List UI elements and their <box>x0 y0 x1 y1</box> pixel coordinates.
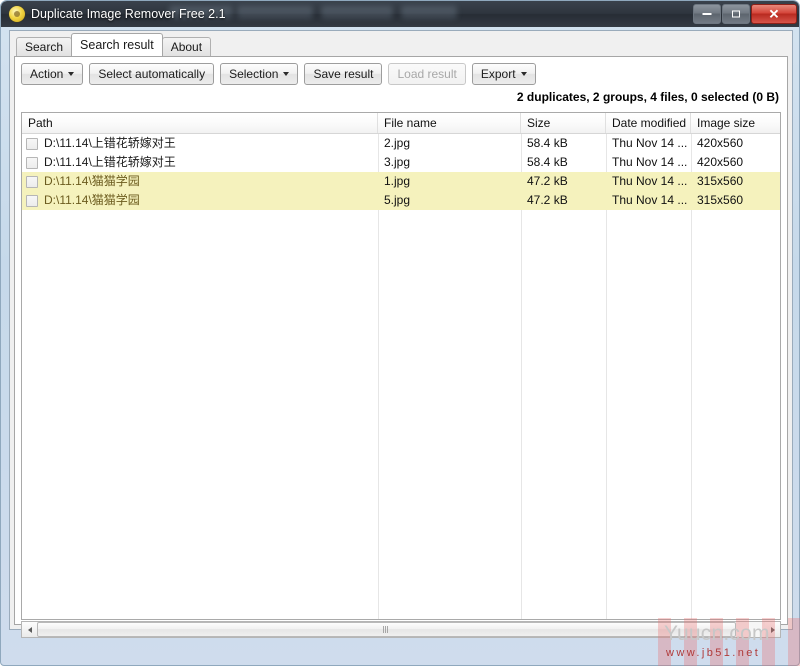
table-header-row: Path File name Size Date modified Image … <box>22 113 780 134</box>
client-area: Search Search result About Action Select… <box>9 30 793 638</box>
grip-icon <box>383 626 390 633</box>
column-header-date-modified[interactable]: Date modified <box>606 113 691 133</box>
column-header-size[interactable]: Size <box>521 113 606 133</box>
cell-date-modified: Thu Nov 14 ... <box>612 155 688 169</box>
cell-path: D:\11.14\上错花轿嫁对王 <box>22 153 378 172</box>
table-row[interactable]: D:\11.14\上错花轿嫁对王 2.jpg 58.4 kB Thu Nov 1… <box>22 134 780 153</box>
row-checkbox[interactable] <box>26 194 38 207</box>
cell-date-modified: Thu Nov 14 ... <box>612 193 688 207</box>
toolbar: Action Select automatically Selection Sa… <box>21 63 536 85</box>
cell-image-size: 420x560 <box>697 136 744 150</box>
scrollbar-thumb[interactable] <box>37 622 736 637</box>
path-text: D:\11.14\猫猫学园 <box>44 193 140 207</box>
path-text: D:\11.14\上错花轿嫁对王 <box>44 155 176 169</box>
maximize-icon <box>732 10 740 18</box>
chevron-down-icon <box>68 72 75 76</box>
action-button-label: Action <box>30 67 64 81</box>
cell-date-modified: Thu Nov 14 ... <box>612 174 688 188</box>
chevron-down-icon <box>283 72 290 76</box>
cell-image-size: 420x560 <box>697 155 744 169</box>
column-header-file-name[interactable]: File name <box>378 113 521 133</box>
table-row[interactable]: D:\11.14\猫猫学园 5.jpg 47.2 kB Thu Nov 14 .… <box>22 191 780 210</box>
export-button-label: Export <box>480 67 516 81</box>
cell-size: 47.2 kB <box>527 193 568 207</box>
cell-size: 58.4 kB <box>527 136 568 150</box>
cell-size: 58.4 kB <box>527 155 568 169</box>
app-icon <box>9 6 25 22</box>
title-bar[interactable]: Duplicate Image Remover Free 2.1 ✕ <box>1 1 799 27</box>
scroll-left-icon <box>27 626 32 633</box>
tab-search-result[interactable]: Search result <box>71 33 163 56</box>
row-checkbox[interactable] <box>26 137 38 150</box>
row-checkbox[interactable] <box>26 156 38 169</box>
cell-size: 47.2 kB <box>527 174 568 188</box>
chevron-down-icon <box>520 72 527 76</box>
save-result-button[interactable]: Save result <box>304 63 383 85</box>
minimize-icon <box>702 13 712 15</box>
scrollbar-track[interactable] <box>37 622 765 637</box>
load-result-label: Load result <box>397 67 457 81</box>
cell-path: D:\11.14\猫猫学园 <box>22 191 378 210</box>
select-automatically-label: Select automatically <box>98 67 206 81</box>
path-text: D:\11.14\上错花轿嫁对王 <box>44 136 176 150</box>
maximize-button[interactable] <box>722 4 750 24</box>
scroll-right-button[interactable] <box>765 622 780 637</box>
path-text: D:\11.14\猫猫学园 <box>44 174 140 188</box>
row-checkbox[interactable] <box>26 175 38 188</box>
cell-date-modified: Thu Nov 14 ... <box>612 136 688 150</box>
close-icon: ✕ <box>768 6 780 22</box>
cell-file-name: 2.jpg <box>384 136 411 150</box>
table-row[interactable]: D:\11.14\上错花轿嫁对王 3.jpg 58.4 kB Thu Nov 1… <box>22 153 780 172</box>
column-header-image-size[interactable]: Image size <box>691 113 780 133</box>
selection-button[interactable]: Selection <box>220 63 299 85</box>
save-result-label: Save result <box>313 67 374 81</box>
window-controls: ✕ <box>693 4 797 24</box>
results-summary: 2 duplicates, 2 groups, 4 files, 0 selec… <box>516 90 779 104</box>
cell-file-name: 5.jpg <box>384 193 411 207</box>
load-result-button: Load result <box>388 63 466 85</box>
results-table: Path File name Size Date modified Image … <box>21 112 781 620</box>
cell-file-name: 3.jpg <box>384 155 411 169</box>
export-button[interactable]: Export <box>471 63 536 85</box>
select-automatically-button[interactable]: Select automatically <box>89 63 215 85</box>
horizontal-scrollbar[interactable] <box>21 621 781 638</box>
table-body: D:\11.14\上错花轿嫁对王 2.jpg 58.4 kB Thu Nov 1… <box>22 134 780 619</box>
tab-search[interactable]: Search <box>16 37 73 56</box>
cell-file-name: 1.jpg <box>384 174 411 188</box>
selection-button-label: Selection <box>229 67 279 81</box>
action-button[interactable]: Action <box>21 63 84 85</box>
cell-path: D:\11.14\上错花轿嫁对王 <box>22 134 378 153</box>
tab-strip: Search Search result About <box>16 33 212 56</box>
tab-about[interactable]: About <box>161 37 212 56</box>
close-button[interactable]: ✕ <box>751 4 797 24</box>
cell-path: D:\11.14\猫猫学园 <box>22 172 378 191</box>
scroll-left-button[interactable] <box>22 622 37 637</box>
cell-image-size: 315x560 <box>697 193 744 207</box>
cell-image-size: 315x560 <box>697 174 744 188</box>
tab-page-search-result: Action Select automatically Selection Sa… <box>14 56 788 638</box>
minimize-button[interactable] <box>693 4 721 24</box>
scroll-right-icon <box>770 626 775 633</box>
column-header-path[interactable]: Path <box>22 113 378 133</box>
window-title: Duplicate Image Remover Free 2.1 <box>31 7 226 21</box>
table-row[interactable]: D:\11.14\猫猫学园 1.jpg 47.2 kB Thu Nov 14 .… <box>22 172 780 191</box>
application-window: Duplicate Image Remover Free 2.1 ✕ Searc… <box>0 0 800 666</box>
